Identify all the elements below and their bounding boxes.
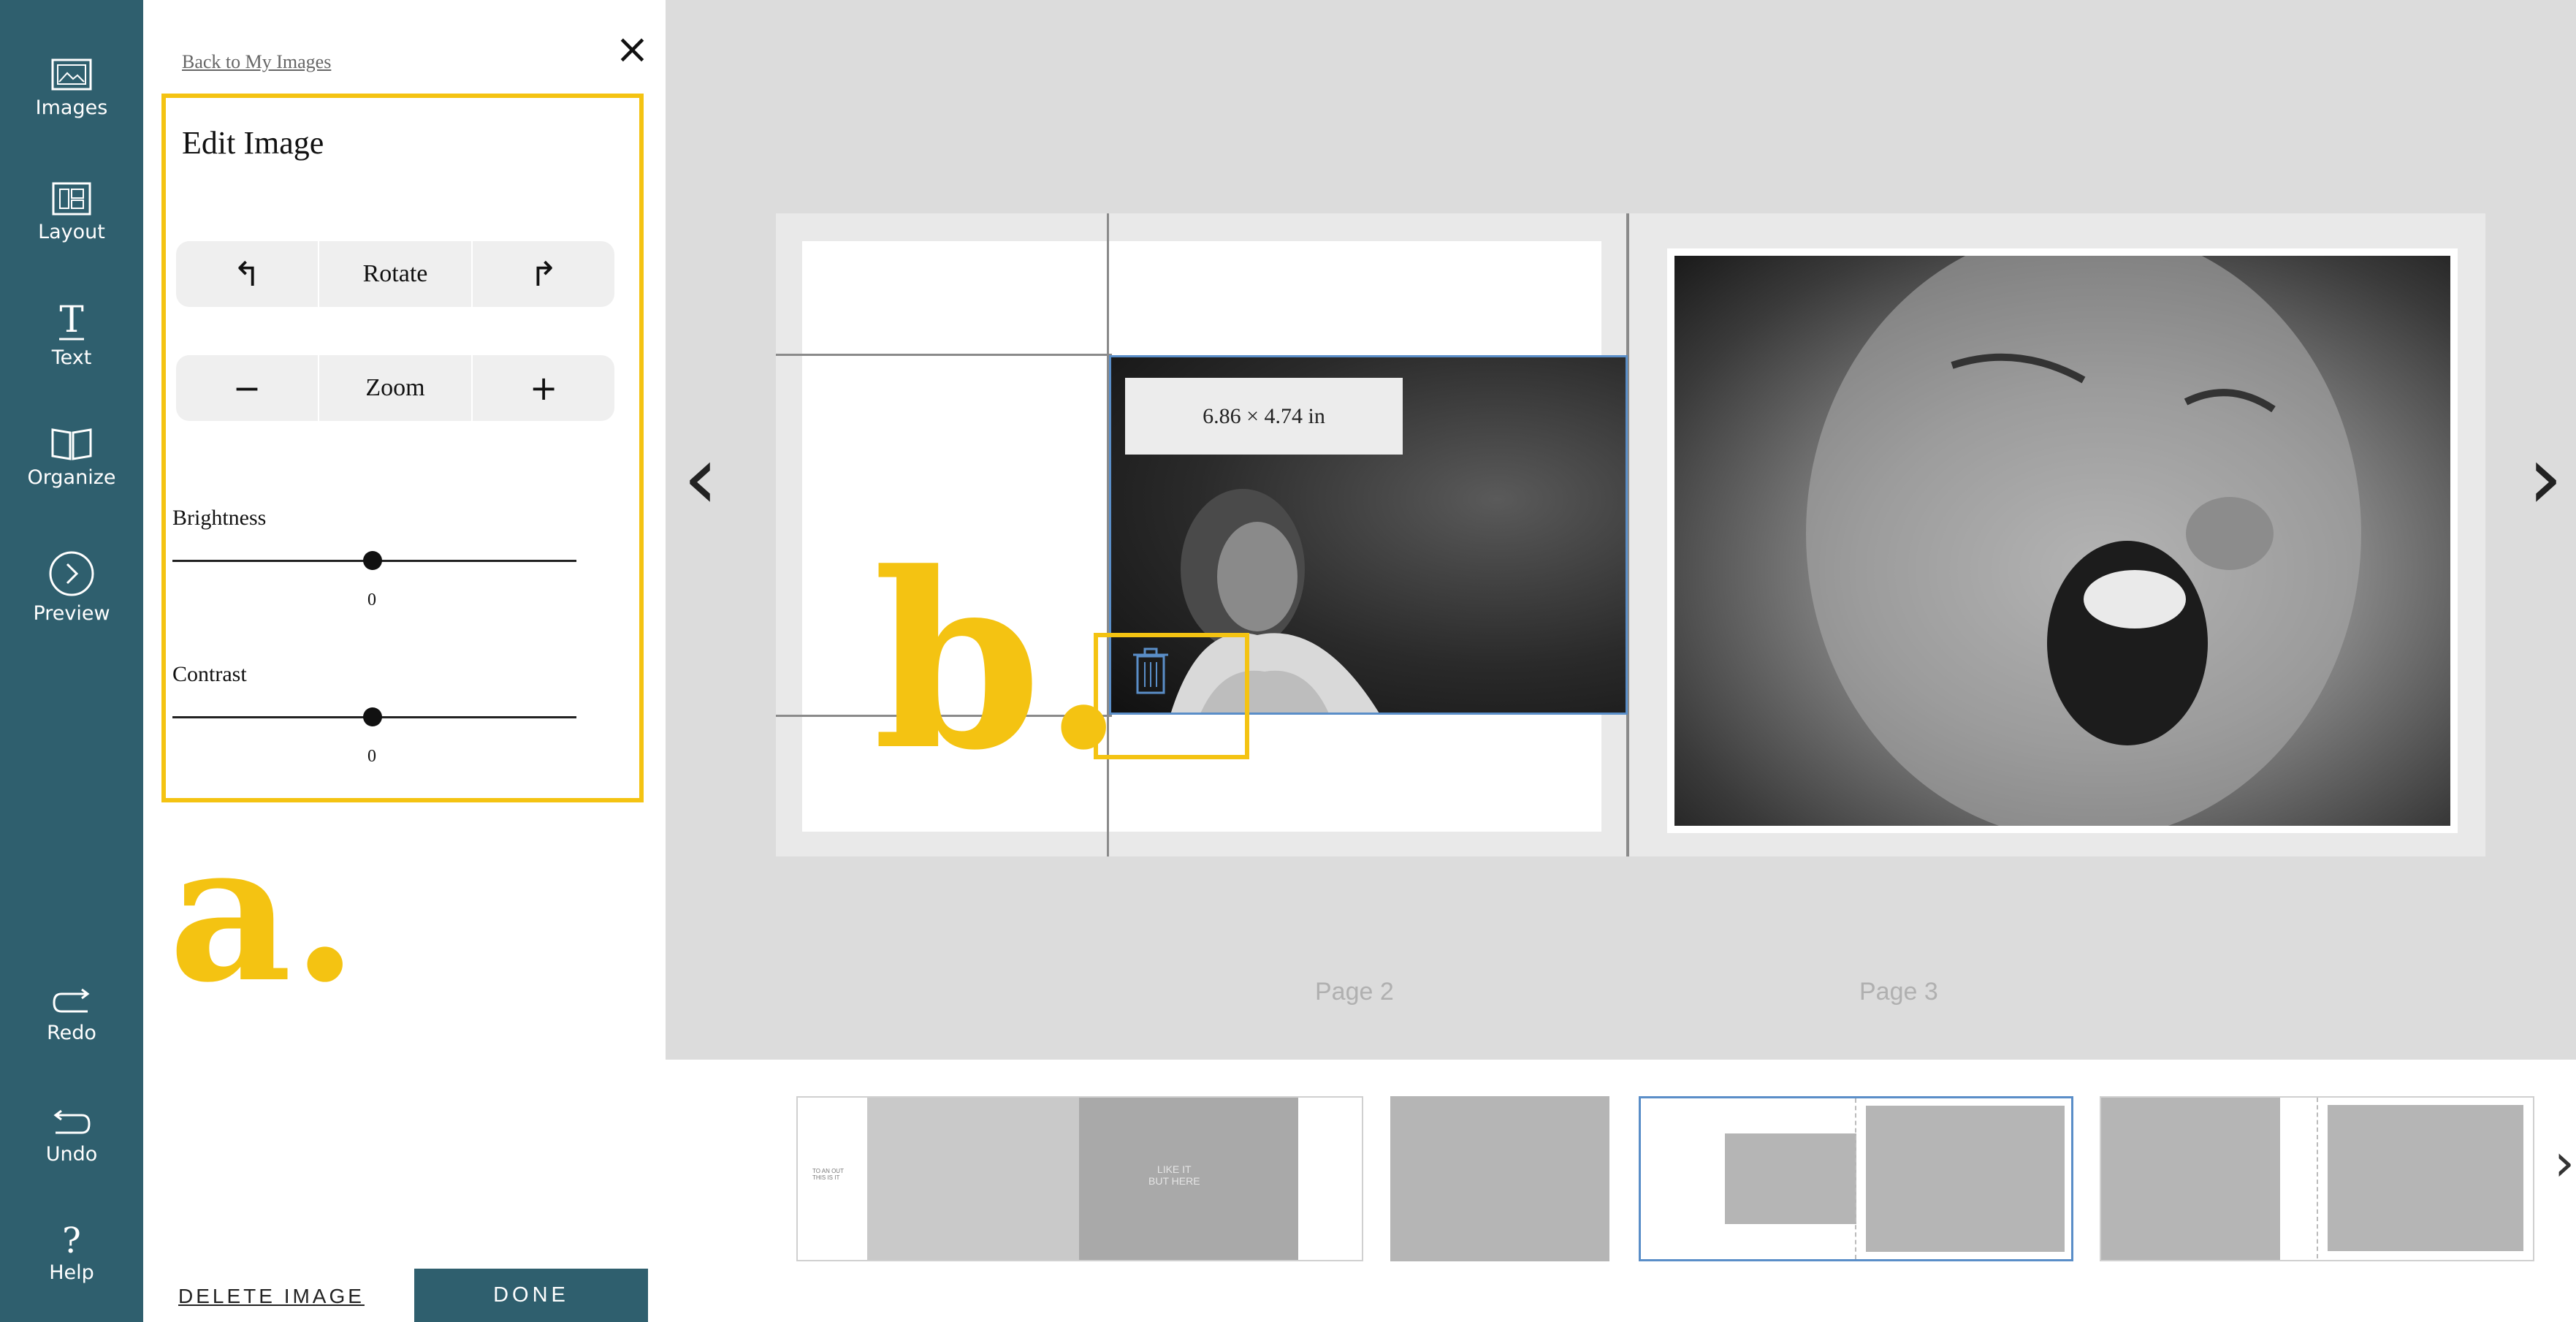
preview-circle-icon [49, 551, 94, 596]
rail-layout-label: Layout [38, 221, 105, 243]
thumbnail-cover[interactable]: TO AN OUT THIS IS IT LIKE IT BUT HERE [796, 1096, 1363, 1261]
contrast-label: Contrast [172, 662, 247, 686]
previous-page-arrow[interactable]: ‹ [683, 435, 718, 523]
rail-text-label: Text [51, 346, 92, 369]
page-2-label: Page 2 [1315, 978, 1394, 1006]
help-icon: ? [62, 1220, 81, 1257]
thumbnail-pages-2-3[interactable] [1639, 1096, 2073, 1261]
zoom-control: − Zoom + [176, 355, 614, 421]
done-button[interactable]: DONE [414, 1269, 648, 1322]
yawning-child-photo[interactable] [1674, 256, 2450, 826]
thumb-gutter [1855, 1098, 1856, 1259]
done-button-label: DONE [493, 1283, 569, 1307]
text-icon: T [59, 300, 84, 341]
close-icon[interactable]: × [615, 29, 649, 70]
layout-icon [52, 182, 91, 216]
back-to-my-images-link[interactable]: Back to My Images [182, 51, 331, 73]
contrast-value: 0 [367, 747, 376, 766]
annotation-highlight-a [161, 94, 644, 802]
thumb-page-1-image [1390, 1096, 1609, 1261]
rail-images[interactable]: Images [0, 57, 143, 119]
rail-preview[interactable]: Preview [0, 550, 143, 625]
thumb-page-3-image [1866, 1106, 2065, 1252]
thumbnail-pages-4-5[interactable] [2100, 1096, 2534, 1261]
brightness-label: Brightness [172, 506, 267, 530]
svg-text:?: ? [62, 1220, 81, 1257]
thumb-cover-back [867, 1098, 1079, 1260]
book-icon [51, 428, 92, 460]
svg-text:T: T [59, 300, 83, 341]
thumb-page-2-image [1725, 1133, 1856, 1224]
thumb-page-5-image [2328, 1105, 2523, 1251]
rotate-right-icon[interactable]: ↱ [473, 241, 614, 307]
thumb-gutter-2 [2317, 1098, 2318, 1258]
undo-icon [53, 1109, 91, 1134]
rotate-left-icon[interactable]: ↰ [176, 241, 318, 307]
redo-icon [53, 988, 90, 1013]
contrast-slider-handle[interactable] [363, 707, 382, 726]
thumb-spine-text: TO AN OUT THIS IS IT [812, 1168, 844, 1181]
rotate-label: Rotate [317, 241, 473, 307]
zoom-out-icon[interactable]: − [176, 355, 318, 421]
rail-undo[interactable]: Undo [0, 1109, 143, 1166]
delete-image-button[interactable]: DELETE IMAGE [178, 1285, 365, 1308]
brightness-value: 0 [367, 590, 376, 609]
edit-image-panel: Back to My Images × Edit Image ↰ Rotate … [143, 0, 666, 1322]
page-3-label: Page 3 [1859, 978, 1938, 1006]
image-size-label: 6.86 × 4.74 in [1125, 378, 1403, 455]
side-navigation-rail: Images Layout T Text Organize Preview Re… [0, 0, 143, 1322]
zoom-label: Zoom [317, 355, 473, 421]
brightness-slider-handle[interactable] [363, 551, 382, 570]
next-page-arrow[interactable]: › [2528, 435, 2563, 523]
page-thumbnail-strip: TO AN OUT THIS IS IT LIKE IT BUT HERE › [666, 1060, 2576, 1322]
thumbnail-page-1[interactable] [1390, 1096, 1609, 1261]
annotation-letter-b: b. [873, 520, 1126, 803]
rail-organize-label: Organize [27, 466, 116, 489]
page-3-canvas[interactable] [1667, 248, 2458, 833]
annotation-letter-a: a. [169, 802, 358, 1025]
rail-layout[interactable]: Layout [0, 181, 143, 243]
thumb-cover-title: LIKE IT BUT HERE [1148, 1163, 1200, 1187]
layout-guide-top [776, 354, 1112, 356]
image-icon [51, 58, 92, 91]
rail-organize[interactable]: Organize [0, 425, 143, 489]
thumb-page-4-image [2101, 1098, 2280, 1260]
panel-title: Edit Image [182, 125, 324, 161]
rail-undo-label: Undo [45, 1143, 98, 1166]
rail-images-label: Images [35, 96, 108, 119]
rail-help-label: Help [49, 1261, 94, 1284]
rail-preview-label: Preview [33, 602, 110, 625]
thumbnail-next-arrow[interactable]: › [2554, 1133, 2575, 1193]
rail-text[interactable]: T Text [0, 300, 143, 369]
zoom-in-icon[interactable]: + [473, 355, 614, 421]
rail-help[interactable]: ? Help [0, 1220, 143, 1284]
yawning-child-photo-art [1806, 256, 2361, 826]
rail-redo[interactable]: Redo [0, 988, 143, 1044]
rail-redo-label: Redo [47, 1022, 96, 1044]
rotate-control: ↰ Rotate ↱ [176, 241, 614, 307]
